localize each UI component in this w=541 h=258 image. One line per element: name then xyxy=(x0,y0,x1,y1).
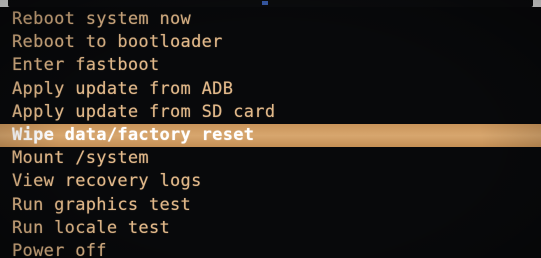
menu-item-enter-fastboot[interactable]: Enter fastboot xyxy=(0,54,541,77)
menu-item-apply-update-adb[interactable]: Apply update from ADB xyxy=(0,78,541,101)
menu-item-mount-system[interactable]: Mount /system xyxy=(0,147,541,170)
menu-item-run-graphics-test[interactable]: Run graphics test xyxy=(0,194,541,217)
status-light xyxy=(262,1,268,5)
recovery-screen: Reboot system now Reboot to bootloader E… xyxy=(0,0,541,258)
menu-item-apply-update-sd-card[interactable]: Apply update from SD card xyxy=(0,101,541,124)
menu-item-reboot-system-now[interactable]: Reboot system now xyxy=(0,8,541,31)
menu-item-reboot-to-bootloader[interactable]: Reboot to bootloader xyxy=(0,31,541,54)
menu-item-power-off[interactable]: Power off xyxy=(0,240,541,258)
menu-item-wipe-data-factory-reset[interactable]: Wipe data/factory reset xyxy=(0,123,541,148)
menu-item-view-recovery-logs[interactable]: View recovery logs xyxy=(0,170,541,193)
screen-top-edge xyxy=(0,0,541,7)
screen-top-strip xyxy=(8,0,533,7)
menu-item-run-locale-test[interactable]: Run locale test xyxy=(0,217,541,240)
recovery-menu: Reboot system now Reboot to bootloader E… xyxy=(0,8,541,258)
